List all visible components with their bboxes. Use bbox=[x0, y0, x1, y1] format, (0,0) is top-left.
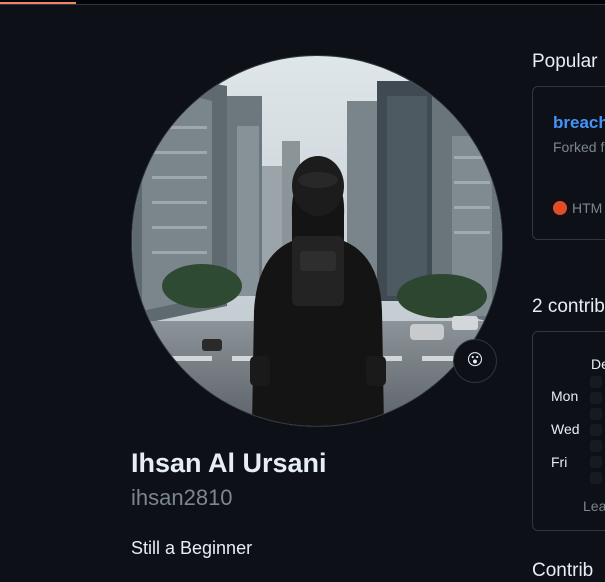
pinned-repo-card: breach Forked f HTM bbox=[532, 86, 605, 240]
contribution-cell[interactable] bbox=[590, 408, 602, 420]
day-label-wed: Wed bbox=[551, 421, 580, 437]
contribution-cell[interactable] bbox=[590, 392, 602, 404]
contribution-cell[interactable] bbox=[590, 376, 602, 388]
profile-full-name: Ihsan Al Ursani bbox=[131, 448, 327, 478]
contribution-cell[interactable] bbox=[590, 424, 602, 436]
popular-repos-heading: Popular bbox=[532, 51, 598, 72]
contribution-cell[interactable] bbox=[590, 440, 602, 452]
learn-how-link[interactable]: Lea bbox=[583, 498, 605, 514]
contribution-activity-heading: Contrib bbox=[532, 560, 594, 581]
month-label: De bbox=[591, 356, 605, 372]
active-tab-underline bbox=[0, 2, 76, 4]
top-nav-bar bbox=[0, 0, 605, 5]
set-status-button[interactable]: 😮 bbox=[453, 339, 497, 383]
contributions-heading: 2 contrib bbox=[532, 296, 605, 317]
forked-from-text: Forked f bbox=[553, 139, 605, 155]
repo-link[interactable]: breach bbox=[553, 113, 605, 133]
profile-bio: Still a Beginner bbox=[131, 538, 253, 558]
avatar-image bbox=[132, 56, 502, 426]
avatar[interactable] bbox=[131, 55, 503, 427]
day-label-mon: Mon bbox=[551, 388, 579, 404]
contribution-cell[interactable] bbox=[590, 456, 602, 468]
face-emoji-icon: 😮 bbox=[466, 352, 484, 369]
language-color-dot bbox=[553, 201, 567, 215]
profile-username: ihsan2810 bbox=[131, 485, 233, 510]
contribution-calendar: De Mon Wed Fri Lea bbox=[532, 331, 605, 531]
day-label-fri: Fri bbox=[551, 454, 568, 470]
contribution-cell[interactable] bbox=[590, 472, 602, 484]
repo-language: HTM bbox=[572, 200, 603, 216]
